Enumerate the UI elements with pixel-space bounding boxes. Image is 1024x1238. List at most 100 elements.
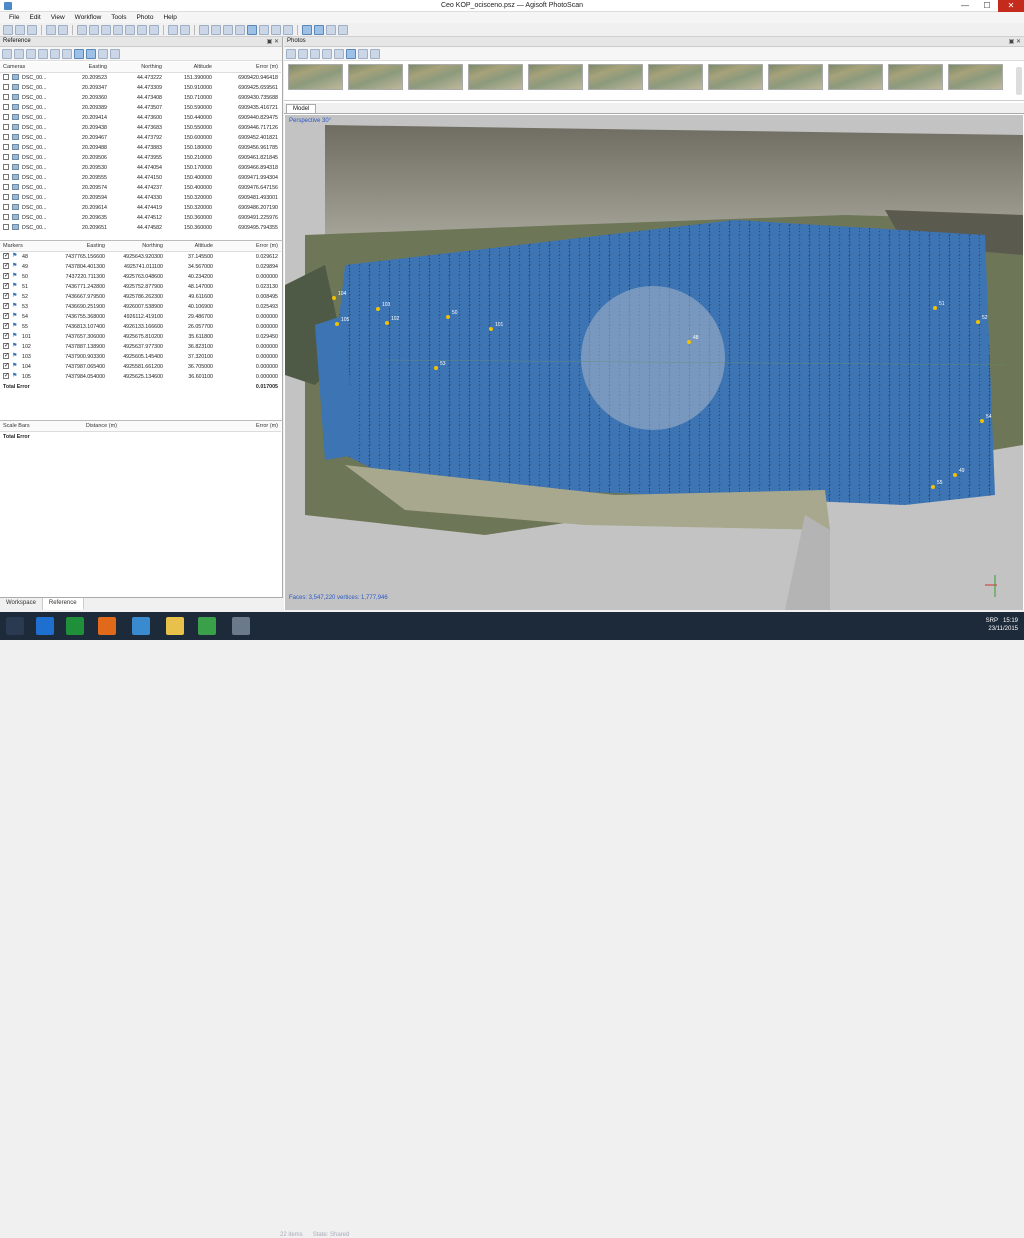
menu-photo[interactable]: Photo <box>131 12 158 23</box>
photo-thumbnail[interactable] <box>288 64 343 90</box>
camera-checkbox[interactable] <box>3 204 9 211</box>
view-errors-icon[interactable] <box>98 48 108 59</box>
undo-icon[interactable] <box>46 24 56 35</box>
camera-row[interactable]: DSC_00... 20.209414 44.473600 150.440000 690… <box>0 113 281 123</box>
view-icons-icon[interactable] <box>346 48 356 59</box>
camera-row[interactable]: DSC_00... 20.209347 44.473309 150.910000 690… <box>0 83 281 93</box>
marker-checkbox[interactable] <box>3 332 9 341</box>
free-form-selection-icon[interactable] <box>113 24 123 35</box>
tiled-model-icon[interactable] <box>271 24 281 35</box>
altitude-header[interactable]: Altitude <box>165 62 215 73</box>
marker-row[interactable]: ⚑ 102 7437887.138900 4925637.977300 36.82310… <box>0 342 281 352</box>
marker-row[interactable]: ⚑ 48 7437765.156600 4925643.920300 37.145500… <box>0 251 281 262</box>
camera-row[interactable]: DSC_00... 20.209635 44.474512 150.360000 690… <box>0 213 281 223</box>
convert-icon[interactable] <box>26 48 36 59</box>
scale-bars-header[interactable]: Scale Bars <box>0 421 60 432</box>
camera-row[interactable]: DSC_00... 20.209438 44.473683 150.550000 690… <box>0 123 281 133</box>
camera-checkbox[interactable] <box>3 184 9 191</box>
new-icon[interactable] <box>3 24 13 35</box>
remove-icon[interactable] <box>310 48 320 59</box>
photo-thumbnail[interactable] <box>468 64 523 90</box>
start-icon[interactable] <box>6 617 24 635</box>
photo-thumbnail[interactable] <box>528 64 583 90</box>
marker-checkbox[interactable] <box>3 262 9 271</box>
view-estimated-icon[interactable] <box>86 48 96 59</box>
marker-row[interactable]: ⚑ 49 7437804.401300 4925741.011100 34.567000… <box>0 262 281 272</box>
export-icon[interactable] <box>14 48 24 59</box>
reference-settings-icon[interactable] <box>110 48 120 59</box>
northing-header[interactable]: Northing <box>110 62 165 73</box>
marker-checkbox[interactable] <box>3 272 9 281</box>
camera-row[interactable]: DSC_00... 20.209614 44.474419 150.320000 690… <box>0 203 281 213</box>
photo-thumbnail[interactable] <box>768 64 823 90</box>
camera-row[interactable]: DSC_00... 20.209574 44.474237 150.400000 690… <box>0 183 281 193</box>
model-viewport[interactable]: 48 101 104 103 105 102 50 53 51 52 54 55… <box>285 115 1023 610</box>
marker-row[interactable]: ⚑ 105 7437984.054000 4925625.134600 36.60110… <box>0 372 281 382</box>
marker-checkbox[interactable] <box>3 292 9 301</box>
shaded-model-icon[interactable] <box>259 24 269 35</box>
marker-checkbox[interactable] <box>3 322 9 331</box>
camera-row[interactable]: DSC_00... 20.209530 44.474054 150.170000 690… <box>0 163 281 173</box>
rotate-object-icon[interactable] <box>137 24 147 35</box>
file-explorer-icon[interactable] <box>166 617 184 635</box>
camera-row[interactable]: DSC_00... 20.209506 44.473955 150.210000 690… <box>0 153 281 163</box>
language-indicator[interactable]: SRP <box>986 618 998 624</box>
view-details-icon[interactable] <box>358 48 368 59</box>
camera-checkbox[interactable] <box>3 114 9 121</box>
menu-tools[interactable]: Tools <box>106 12 131 23</box>
camera-row[interactable]: DSC_00... 20.209651 44.474582 150.360000 690… <box>0 223 281 233</box>
markers-header[interactable]: Markers <box>0 241 50 252</box>
marker-checkbox[interactable] <box>3 282 9 291</box>
panel-close-icon[interactable]: ▣ ✕ <box>267 38 279 45</box>
camera-checkbox[interactable] <box>3 94 9 101</box>
marker-checkbox[interactable] <box>3 342 9 351</box>
error-header[interactable]: Error (m) <box>120 421 281 432</box>
menu-edit[interactable]: Edit <box>24 12 45 23</box>
marker-row[interactable]: ⚑ 103 7437900.903300 4925605.145400 37.32010… <box>0 352 281 362</box>
rotate-left-icon[interactable] <box>322 48 332 59</box>
rectangle-selection-icon[interactable] <box>89 24 99 35</box>
camera-checkbox[interactable] <box>3 144 9 151</box>
store-icon[interactable] <box>66 617 84 635</box>
camera-checkbox[interactable] <box>3 164 9 171</box>
camera-row[interactable]: DSC_00... 20.209360 44.473408 150.710000 690… <box>0 93 281 103</box>
disable-icon[interactable] <box>298 48 308 59</box>
clock-time[interactable]: 15:19 <box>1003 618 1018 624</box>
photo-thumbnail[interactable] <box>348 64 403 90</box>
photo-thumbnail[interactable] <box>708 64 763 90</box>
save-icon[interactable] <box>27 24 37 35</box>
point-cloud-icon[interactable] <box>199 24 209 35</box>
photos-scrollbar[interactable] <box>1016 67 1022 95</box>
navigation-icon[interactable] <box>77 24 87 35</box>
clock-date[interactable]: 23/11/2015 <box>988 626 1018 632</box>
marker-checkbox[interactable] <box>3 372 9 381</box>
camera-checkbox[interactable] <box>3 104 9 111</box>
show-region-icon[interactable] <box>326 24 336 35</box>
camera-row[interactable]: DSC_00... 20.209555 44.474150 150.400000 690… <box>0 173 281 183</box>
photoscan-taskbar-icon[interactable] <box>232 617 250 635</box>
marker-checkbox[interactable] <box>3 362 9 371</box>
view-source-icon[interactable] <box>74 48 84 59</box>
show-cameras-icon[interactable] <box>302 24 312 35</box>
marker-row[interactable]: ⚑ 55 7436813.107400 4926133.166600 26.057700… <box>0 322 281 332</box>
marker-checkbox[interactable] <box>3 312 9 321</box>
altitude-header[interactable]: Altitude <box>166 241 216 252</box>
photo-thumbnail[interactable] <box>588 64 643 90</box>
textured-model-icon[interactable] <box>247 24 257 35</box>
northing-header[interactable]: Northing <box>108 241 166 252</box>
camera-row[interactable]: DSC_00... 20.209488 44.473883 150.180000 690… <box>0 143 281 153</box>
circle-selection-icon[interactable] <box>101 24 111 35</box>
delete-selection-icon[interactable] <box>168 24 178 35</box>
firefox-icon[interactable] <box>98 617 116 635</box>
agisoft-icon[interactable] <box>198 617 216 635</box>
tab-workspace[interactable]: Workspace <box>0 598 43 610</box>
solid-model-icon[interactable] <box>235 24 245 35</box>
panel-close-icon[interactable]: ▣ ✕ <box>1009 38 1021 45</box>
easting-header[interactable]: Easting <box>50 241 108 252</box>
tab-model[interactable]: Model <box>286 104 317 113</box>
import-icon[interactable] <box>2 48 12 59</box>
ie-icon[interactable] <box>36 617 54 635</box>
photo-thumbnail[interactable] <box>648 64 703 90</box>
marker-row[interactable]: ⚑ 104 7437987.065400 4925581.661200 36.70500… <box>0 362 281 372</box>
camera-checkbox[interactable] <box>3 224 9 231</box>
